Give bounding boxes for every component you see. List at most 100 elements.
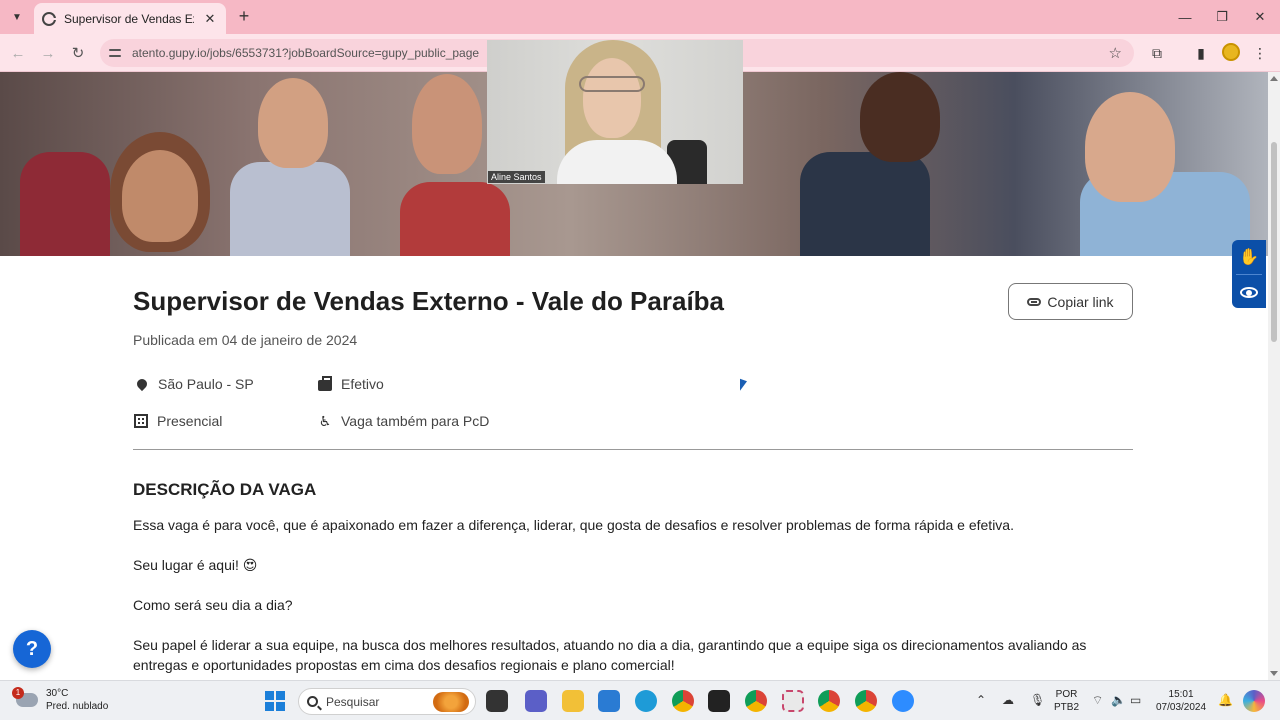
briefcase-icon xyxy=(318,375,332,391)
show-hidden-icons-chevron-icon[interactable]: ⌃ xyxy=(976,693,986,707)
banner-figure xyxy=(230,162,350,256)
extensions-icon[interactable]: ⧉ xyxy=(1146,42,1168,64)
banner-figure xyxy=(800,152,930,256)
keyboard-layout: PTB2 xyxy=(1054,702,1080,713)
bookmark-star-icon[interactable]: ☆ xyxy=(1109,44,1122,62)
workplace-info: Presencial xyxy=(134,413,222,429)
site-settings-icon[interactable] xyxy=(108,46,122,60)
search-icon xyxy=(307,696,318,707)
banner-figure xyxy=(1085,92,1175,202)
snipping-tool-icon[interactable] xyxy=(782,690,804,712)
chrome-icon[interactable] xyxy=(672,690,694,712)
language-indicator[interactable]: POR PTB2 xyxy=(1054,688,1079,714)
teams-icon[interactable] xyxy=(525,690,547,712)
chrome-profile-icon[interactable] xyxy=(818,690,840,712)
minimize-button[interactable]: — xyxy=(1166,0,1204,34)
active-tab[interactable]: Supervisor de Vendas Externo ✕ xyxy=(34,3,226,34)
reload-icon[interactable]: ↻ xyxy=(66,41,90,65)
building-icon xyxy=(134,414,148,428)
notification-badge: 1 xyxy=(12,687,24,699)
browser-tab-strip: ▼ Supervisor de Vendas Externo ✕ + — ❐ ✕ xyxy=(0,0,1280,34)
microphone-icon[interactable]: 🎙 xyxy=(1030,693,1045,707)
tab-close-icon[interactable]: ✕ xyxy=(202,11,218,27)
onedrive-cloud-icon[interactable]: ☁ xyxy=(1002,693,1014,707)
start-windows-icon[interactable] xyxy=(265,691,285,711)
copilot-icon[interactable] xyxy=(1243,690,1265,712)
taskbar-search-label: Pesquisar xyxy=(326,694,380,709)
zoom-icon[interactable] xyxy=(892,690,914,712)
pcd-text: Vaga também para PcD xyxy=(341,413,490,429)
new-tab-button[interactable]: + xyxy=(233,6,255,28)
video-face xyxy=(583,58,641,138)
side-panel-icon[interactable]: ▮ xyxy=(1190,42,1212,64)
taskbar-search[interactable]: Pesquisar xyxy=(298,688,476,715)
close-window-button[interactable]: ✕ xyxy=(1241,0,1279,34)
visual-accessibility-eye-icon[interactable] xyxy=(1232,275,1266,309)
clock-time: 15:01 xyxy=(1168,689,1194,700)
banner-figure xyxy=(400,182,510,256)
help-button[interactable]: ? xyxy=(13,630,51,668)
scrollbar-thumb[interactable] xyxy=(1271,142,1277,342)
clock-date: 07/03/2024 xyxy=(1156,702,1207,713)
url-text[interactable]: atento.gupy.io/jobs/6553731?jobBoardSour… xyxy=(132,46,479,60)
contract-info: Efetivo xyxy=(318,375,384,392)
gupy-favicon-icon xyxy=(42,11,56,26)
browser-menu-icon[interactable]: ⋮ xyxy=(1249,42,1271,64)
location-text: São Paulo - SP xyxy=(158,376,254,392)
location-info: São Paulo - SP xyxy=(134,376,254,392)
banner-figure xyxy=(412,74,482,174)
edge-icon[interactable] xyxy=(635,690,657,712)
maximize-button[interactable]: ❐ xyxy=(1203,0,1241,34)
scroll-up-arrow-icon[interactable] xyxy=(1270,76,1278,81)
pcd-info: ♿ Vaga também para PcD xyxy=(318,413,490,429)
chrome-profile-icon[interactable] xyxy=(745,690,767,712)
participant-name-label: Aline Santos xyxy=(488,171,545,183)
banner-figure xyxy=(122,150,198,242)
contract-text: Efetivo xyxy=(341,376,384,392)
sign-language-hand-icon[interactable]: ✋ xyxy=(1232,240,1266,274)
description-paragraph: Seu papel é liderar a sua equipe, na bus… xyxy=(133,637,1087,673)
accessibility-widget: ✋ xyxy=(1232,240,1266,308)
notifications-bell-icon[interactable]: 🔔 xyxy=(1218,693,1233,707)
location-pin-icon xyxy=(134,376,150,392)
accessibility-icon: ♿ xyxy=(318,413,332,429)
forward-arrow-icon[interactable]: → xyxy=(36,41,60,65)
weather-widget[interactable]: 1 30°C Pred. nublado xyxy=(12,687,109,713)
scroll-down-arrow-icon[interactable] xyxy=(1270,671,1278,676)
banner-figure xyxy=(258,78,328,168)
banner-figure xyxy=(20,152,110,256)
workplace-text: Presencial xyxy=(157,413,223,429)
battery-icon[interactable]: ▭ xyxy=(1130,693,1141,707)
wifi-icon[interactable]: ⌔ xyxy=(1092,693,1103,708)
cloud-icon: 1 xyxy=(12,687,38,707)
back-arrow-icon[interactable]: ← xyxy=(6,41,30,65)
profile-avatar[interactable] xyxy=(1222,43,1240,61)
page-scrollbar[interactable] xyxy=(1268,72,1280,680)
clock[interactable]: 15:01 07/03/2024 xyxy=(1156,688,1206,714)
video-body xyxy=(557,140,677,184)
task-view-icon[interactable] xyxy=(486,690,508,712)
copy-link-label: Copiar link xyxy=(1047,293,1114,310)
mouse-cursor-icon xyxy=(740,378,747,394)
link-icon xyxy=(1027,297,1042,306)
video-call-overlay[interactable]: Aline Santos xyxy=(487,40,743,184)
weather-description: Pred. nublado xyxy=(46,701,109,712)
chrome-active-icon[interactable] xyxy=(855,690,877,712)
page-title: Supervisor de Vendas Externo - Vale do P… xyxy=(133,286,725,316)
search-highlight-icon xyxy=(433,691,469,712)
microsoft-store-icon[interactable] xyxy=(598,690,620,712)
banner-figure xyxy=(860,72,940,162)
windows-taskbar: 1 30°C Pred. nublado Pesquisar ⌃ ☁ 🎙 POR… xyxy=(0,680,1280,720)
section-divider xyxy=(133,449,1133,450)
published-date: Publicada em 04 de janeiro de 2024 xyxy=(133,332,358,348)
copy-link-button[interactable]: Copiar link xyxy=(1008,283,1133,320)
file-explorer-icon[interactable] xyxy=(562,690,584,712)
description-paragraph: Essa vaga é para você, que é apaixonado … xyxy=(133,517,1014,533)
tab-search-button[interactable]: ▼ xyxy=(6,6,28,28)
description-paragraph: Como será seu dia a dia? xyxy=(133,597,293,613)
video-glasses xyxy=(579,76,645,92)
volume-icon[interactable]: 🔈 xyxy=(1111,693,1126,707)
language-code: POR xyxy=(1055,689,1078,700)
description-paragraph: Seu lugar é aqui! 😍 xyxy=(133,557,258,573)
sticky-notes-icon[interactable] xyxy=(708,690,730,712)
